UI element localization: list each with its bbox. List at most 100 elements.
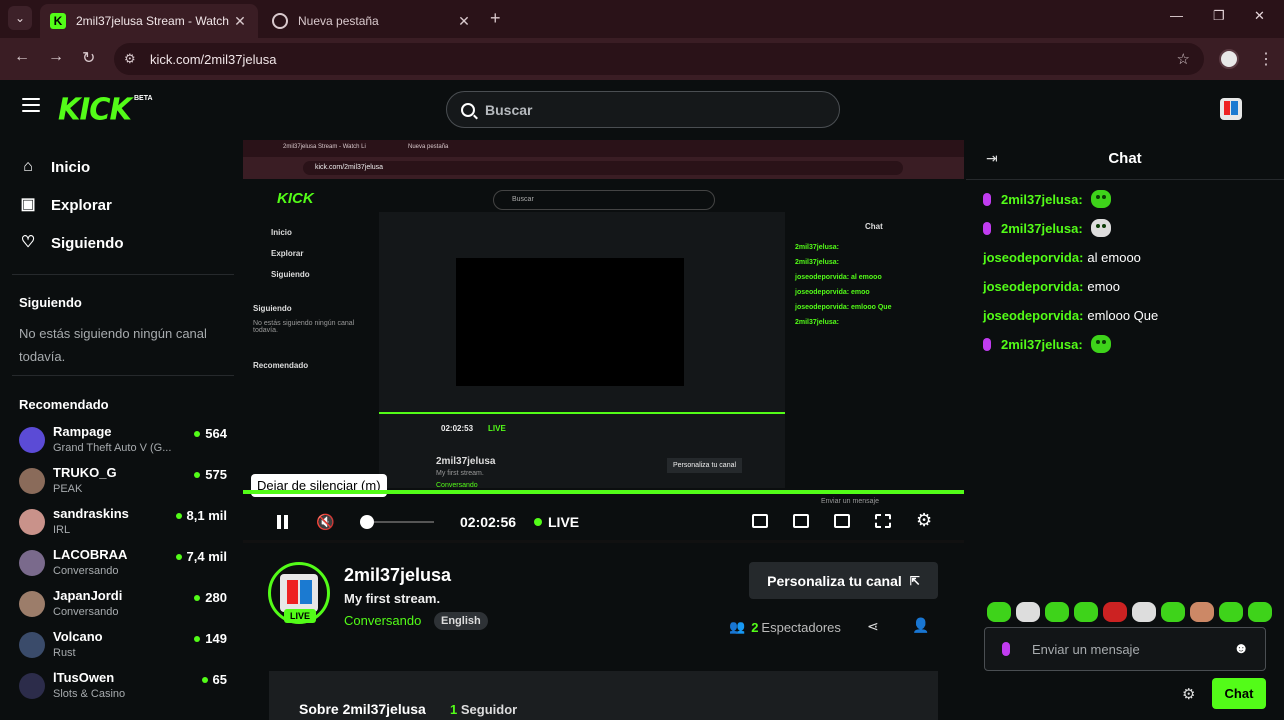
search-placeholder: Buscar <box>485 101 533 118</box>
restore-icon[interactable]: ❐ <box>1213 8 1225 24</box>
emote-icon[interactable] <box>1074 602 1098 622</box>
browser-toolbar: ← → ↻ ⚙ kick.com/2mil37jelusa ☆ <box>0 38 1284 80</box>
chat-message: joseodeporvida: al emooo <box>983 250 1141 265</box>
progress-bar[interactable] <box>243 490 964 494</box>
theater-mode-icon[interactable] <box>834 514 850 528</box>
url-text: kick.com/2mil37jelusa <box>150 51 277 67</box>
live-dot-icon <box>194 594 201 601</box>
nav-label: Explorar <box>51 196 112 214</box>
clip-icon[interactable] <box>793 514 809 528</box>
video-player[interactable]: 2mil37jelusa Stream - Watch Li Nueva pes… <box>243 140 964 543</box>
compass-icon: ▣ <box>20 196 36 213</box>
back-icon[interactable]: ← <box>14 48 30 66</box>
bookmark-star-icon[interactable]: ☆ <box>1177 50 1190 68</box>
close-tab-icon[interactable]: ✕ <box>456 13 472 30</box>
sidebar-item-explorar[interactable]: ▣ Explorar <box>19 196 112 214</box>
channel-category: Conversando <box>53 606 119 618</box>
chat-message-input[interactable]: Enviar un mensaje ☻ <box>984 627 1266 671</box>
live-dot-icon <box>175 512 182 519</box>
chat-placeholder: Enviar un mensaje <box>1032 642 1140 657</box>
volume-slider[interactable] <box>374 521 434 523</box>
user-avatar[interactable] <box>1220 98 1242 120</box>
chat-panel: ⇥ Chat 2mil37jelusa: 2mil37jelusa: joseo… <box>966 138 1284 720</box>
chat-message: 2mil37jelusa: <box>983 335 1111 353</box>
sidebar-item-inicio[interactable]: ⌂ Inicio <box>19 158 90 176</box>
emote-icon[interactable] <box>1016 602 1040 622</box>
tab-search-button[interactable]: ⌄ <box>8 6 32 30</box>
mini-player-icon[interactable] <box>752 514 768 528</box>
forward-icon[interactable]: → <box>48 48 64 66</box>
site-info-icon[interactable]: ⚙ <box>124 51 140 67</box>
emoji-picker-icon[interactable]: ☻ <box>1233 640 1249 657</box>
tab-new-tab[interactable]: Nueva pestaña ✕ <box>262 4 482 38</box>
sidebar-item-siguiendo[interactable]: ♡ Siguiendo <box>19 234 124 252</box>
hamburger-menu-icon[interactable] <box>22 98 40 112</box>
chrome-favicon <box>272 13 288 29</box>
emote-icon[interactable] <box>1190 602 1214 622</box>
profile-avatar[interactable] <box>1219 49 1239 69</box>
channel-name[interactable]: 2mil37jelusa <box>344 565 451 586</box>
share-icon[interactable]: ⋖ <box>867 618 879 635</box>
close-tab-icon[interactable]: ✕ <box>232 13 248 30</box>
volume-slider-knob[interactable] <box>360 515 374 529</box>
send-chat-button[interactable]: Chat <box>1212 678 1266 709</box>
chat-title: Chat <box>1108 150 1142 167</box>
emote-icon[interactable] <box>1248 602 1272 622</box>
inner-search: Buscar <box>493 190 715 210</box>
viewer-count: 7,4 mil <box>175 549 227 564</box>
live-dot-icon <box>194 635 201 642</box>
following-heading: Siguiendo <box>19 295 82 310</box>
new-tab-icon[interactable]: + <box>490 8 501 29</box>
avatar <box>19 550 45 576</box>
recommended-channel[interactable]: Volcano Rust 149 <box>19 629 227 665</box>
chat-header: ⇥ Chat <box>966 138 1284 180</box>
settings-gear-icon[interactable]: ⚙ <box>916 510 932 531</box>
recommended-channel[interactable]: LACOBRAA Conversando 7,4 mil <box>19 547 227 583</box>
live-dot-icon <box>194 471 201 478</box>
chat-settings-icon[interactable]: ⚙ <box>1182 685 1195 703</box>
mic-badge-icon <box>983 337 991 351</box>
language-tag[interactable]: English <box>434 612 488 630</box>
emote-icon[interactable] <box>1161 602 1185 622</box>
address-bar[interactable]: ⚙ kick.com/2mil37jelusa ☆ <box>114 43 1204 75</box>
live-indicator: LIVE <box>534 514 579 530</box>
beta-label: BETA <box>134 95 153 102</box>
recommended-channel[interactable]: TRUKO_G PEAK 575 <box>19 465 227 501</box>
recommended-channel[interactable]: JapanJordi Conversando 280 <box>19 588 227 624</box>
tab-title: Nueva pestaña <box>298 14 379 28</box>
reload-icon[interactable]: ↻ <box>82 48 95 68</box>
viewer-count: 280 <box>194 590 227 605</box>
close-window-icon[interactable]: ✕ <box>1254 8 1265 24</box>
minimize-icon[interactable]: — <box>1170 8 1183 23</box>
muted-speaker-icon[interactable]: 🔇 <box>316 513 335 531</box>
about-section: Sobre 2mil37jelusa 1 Seguidor <box>269 671 938 720</box>
recommended-channel[interactable]: sandraskins IRL 8,1 mil <box>19 506 227 542</box>
avatar <box>19 509 45 535</box>
search-input[interactable]: Buscar <box>446 91 840 128</box>
browser-tab-bar: ⌄ K 2mil37jelusa Stream - Watch Li ✕ Nue… <box>0 0 1284 38</box>
viewer-count: 65 <box>201 672 227 687</box>
browser-menu-icon[interactable]: ⋮ <box>1258 49 1274 69</box>
channel-name: lTusOwen <box>53 670 115 685</box>
kick-logo[interactable]: KICK <box>58 91 132 127</box>
emote-icon[interactable] <box>1045 602 1069 622</box>
avatar <box>19 632 45 658</box>
customize-channel-button[interactable]: Personaliza tu canal ⇱ <box>749 562 938 599</box>
stream-category[interactable]: Conversando <box>344 613 421 628</box>
pause-button[interactable] <box>276 515 290 529</box>
recommended-channel[interactable]: lTusOwen Slots & Casino 65 <box>19 670 227 706</box>
follow-user-icon[interactable]: 👤 <box>912 617 929 634</box>
live-dot-icon <box>534 518 542 526</box>
inner-time: 02:02:53 <box>441 424 474 433</box>
recommended-channel[interactable]: Rampage Grand Theft Auto V (G... 564 <box>19 424 227 460</box>
tab-kick-stream[interactable]: K 2mil37jelusa Stream - Watch Li ✕ <box>40 4 258 38</box>
fullscreen-icon[interactable] <box>875 514 891 528</box>
emote-icon[interactable] <box>1219 602 1243 622</box>
site-header: KICK BETA Buscar <box>0 80 1284 138</box>
chat-message: joseodeporvida: emlooo Que <box>983 308 1159 323</box>
emote-icon[interactable] <box>1103 602 1127 622</box>
mic-badge-icon <box>1002 642 1010 656</box>
emote-icon[interactable] <box>1132 602 1156 622</box>
emote-icon[interactable] <box>987 602 1011 622</box>
home-icon: ⌂ <box>23 158 33 175</box>
